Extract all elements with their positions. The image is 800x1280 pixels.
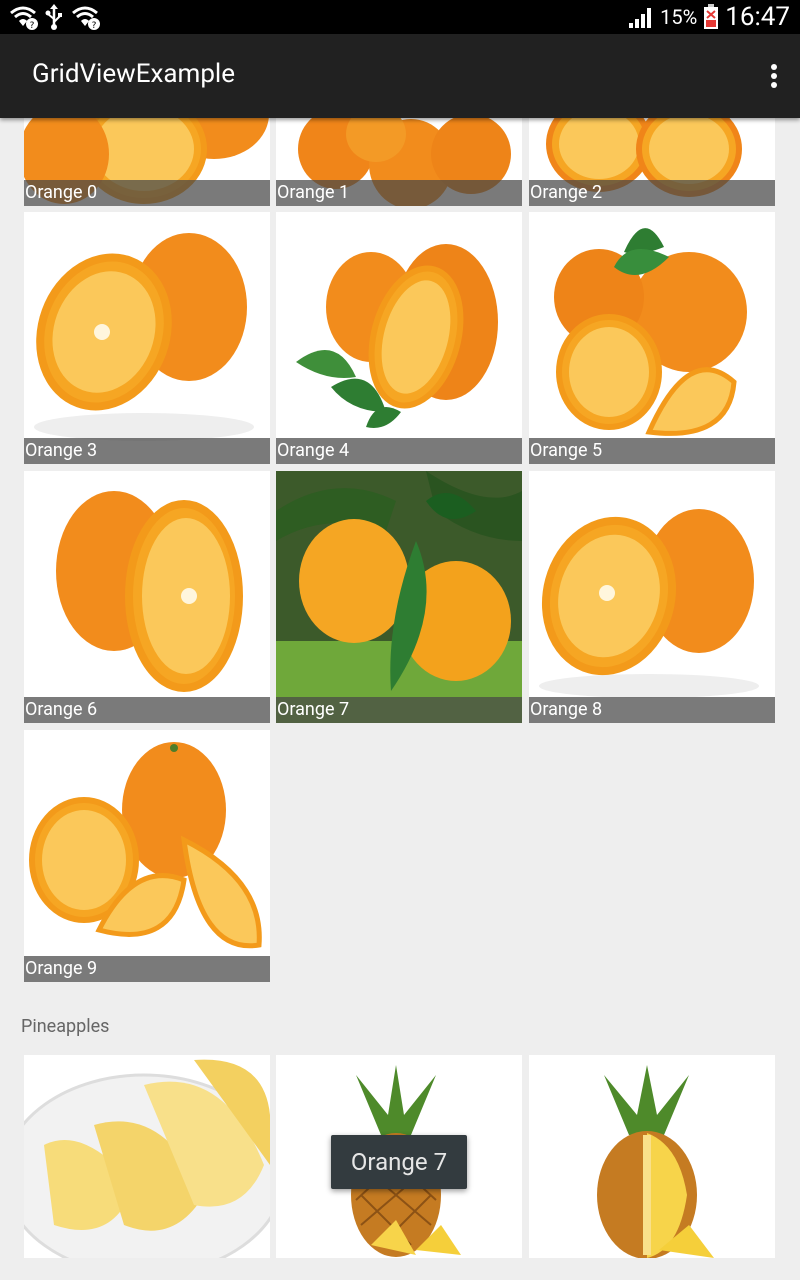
- tile-caption: Orange 1: [276, 180, 522, 206]
- orange-tile[interactable]: Orange 3: [24, 212, 270, 464]
- orange-tile[interactable]: Orange 0: [24, 118, 270, 206]
- orange-image: [56, 491, 243, 692]
- app-bar: GridViewExample: [0, 34, 800, 118]
- app-title: GridViewExample: [32, 59, 236, 89]
- pineapple-tile[interactable]: [24, 1055, 270, 1258]
- status-left-icons: ? ?: [8, 3, 100, 31]
- orange-tile[interactable]: Orange 9: [24, 730, 270, 982]
- orange-tile[interactable]: Orange 2: [529, 118, 775, 206]
- orange-image: [554, 228, 747, 436]
- orange-tile[interactable]: Orange 5: [529, 212, 775, 464]
- toast-message: Orange 7: [331, 1135, 467, 1189]
- pineapple-slices-image: [24, 1059, 270, 1258]
- svg-text:?: ?: [92, 21, 97, 31]
- tile-caption: Orange 6: [24, 697, 270, 723]
- orange-tile[interactable]: Orange 1: [276, 118, 522, 206]
- tile-caption: Orange 0: [24, 180, 270, 206]
- orange-image: [34, 233, 254, 441]
- status-bar: ? ? 15% 16:47: [0, 0, 800, 34]
- orange-image: [539, 509, 759, 698]
- orange-image: [296, 244, 498, 428]
- orange-tile[interactable]: Orange 7: [276, 471, 522, 723]
- wifi-question-icon: ?: [72, 6, 100, 31]
- orange-tile[interactable]: Orange 6: [24, 471, 270, 723]
- tile-caption: Orange 9: [24, 956, 270, 982]
- grid-content[interactable]: Orange 0 Orange 1 Orange 2 Orange 3 Oran…: [0, 118, 800, 1280]
- tile-caption: Orange 7: [276, 697, 522, 723]
- tile-caption: Orange 4: [276, 438, 522, 464]
- orange-tile[interactable]: Orange 8: [529, 471, 775, 723]
- section-header-pineapples: Pineapples: [21, 1016, 110, 1037]
- usb-icon: [45, 4, 62, 30]
- tile-caption: Orange 2: [529, 180, 775, 206]
- svg-text:?: ?: [30, 21, 35, 31]
- tile-caption: Orange 8: [529, 697, 775, 723]
- overflow-menu-icon[interactable]: [770, 64, 778, 88]
- orange-image: [276, 471, 522, 723]
- status-right-icons: 15% 16:47: [628, 0, 790, 34]
- pineapple-tile[interactable]: [529, 1055, 775, 1258]
- tile-caption: Orange 3: [24, 438, 270, 464]
- orange-tile[interactable]: Orange 4: [276, 212, 522, 464]
- wifi-question-icon: ?: [10, 6, 38, 31]
- battery-percent: 15%: [660, 5, 698, 29]
- signal-bars-icon: [629, 8, 652, 28]
- orange-image: [29, 742, 262, 949]
- halved-pineapple-image: [597, 1065, 714, 1258]
- battery-low-icon: [704, 4, 719, 29]
- tile-caption: Orange 5: [529, 438, 775, 464]
- clock: 16:47: [725, 2, 790, 32]
